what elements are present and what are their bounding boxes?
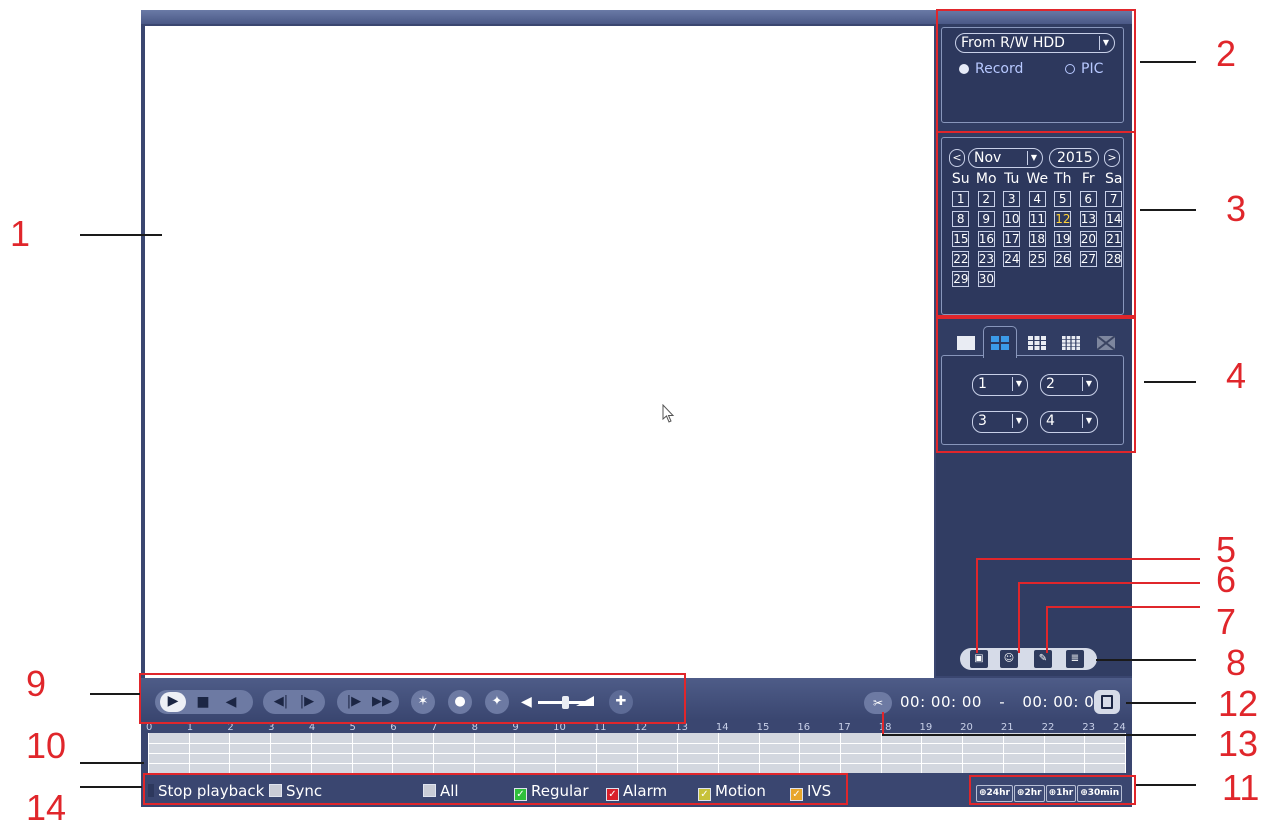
callout-number-4: 4 (1226, 355, 1247, 396)
callout-number-8: 8 (1226, 642, 1247, 683)
callout-box-9 (139, 673, 686, 724)
leader-line-2 (1140, 61, 1196, 63)
timeline-hour-label: 5 (349, 722, 356, 733)
timeline-hour-label: 6 (390, 722, 397, 733)
callout-number-2: 2 (1216, 33, 1237, 74)
timeline-hour-label: 8 (471, 722, 479, 733)
callout-box-3 (936, 131, 1136, 317)
timeline-channel-row-divider (148, 753, 1125, 754)
leader-line-8 (1096, 659, 1196, 661)
timeline-hour-label: 24 (1113, 722, 1126, 733)
callout-number-10: 10 (26, 725, 67, 766)
leader-line-7 (1046, 606, 1200, 608)
timeline-hour-label: 23 (1082, 722, 1096, 733)
timeline-hour-label: 16 (797, 722, 811, 733)
leader-line-10 (80, 762, 144, 764)
leader-line-4 (1144, 381, 1196, 383)
callout-number-9: 9 (26, 663, 47, 704)
timeline-hour-label: 4 (308, 722, 316, 733)
timeline-hour-label: 22 (1041, 722, 1055, 733)
leader-line-7-drop (1046, 606, 1048, 653)
leader-line-6 (1018, 582, 1200, 584)
timeline-hour-label: 11 (593, 722, 607, 733)
callout-number-6: 6 (1216, 559, 1237, 600)
leader-line-14 (80, 786, 142, 788)
leader-line-12 (1126, 702, 1196, 704)
timeline-hour-label: 9 (512, 722, 519, 733)
timeline-hour-label: 2 (227, 722, 234, 733)
timeline-hour-label: 7 (430, 722, 438, 733)
face-search-icon[interactable]: ☺ (1000, 650, 1018, 668)
timeline-hour-label: 3 (268, 722, 275, 733)
mouse-cursor-icon (662, 404, 675, 423)
timeline-hour-label: 13 (675, 722, 688, 733)
timeline-hour-label: 0 (146, 722, 153, 733)
timeline-hour-gridline (1125, 733, 1126, 773)
timeline-hour-label: 1 (186, 722, 194, 733)
callout-box-14 (143, 773, 848, 805)
timeline-hour-label: 20 (960, 722, 973, 733)
file-list-icon[interactable]: ≣ (1066, 650, 1084, 668)
timeline-channel-row-divider (148, 763, 1125, 764)
callout-number-11: 11 (1222, 767, 1260, 808)
leader-line-1 (80, 234, 162, 236)
leader-line-5 (976, 558, 1200, 560)
leader-line-13-drop (882, 712, 884, 734)
leader-line-5-drop (976, 558, 978, 653)
callout-box-11 (969, 775, 1136, 805)
callout-box-4 (936, 317, 1136, 453)
timeline-hour-label: 10 (553, 722, 566, 733)
smart-search-icon[interactable]: ▣ (970, 650, 988, 668)
leader-line-9 (90, 693, 140, 695)
callout-number-14: 14 (26, 787, 67, 828)
callout-box-2 (936, 9, 1136, 133)
callout-box-12 (867, 688, 1122, 716)
video-display-area[interactable] (145, 26, 934, 678)
leader-line-3 (1140, 209, 1196, 211)
timeline-hour-label: 17 (838, 722, 851, 733)
leader-line-13 (882, 734, 1196, 736)
leader-line-11 (1136, 784, 1196, 786)
timeline-hour-label: 14 (715, 722, 729, 733)
callout-number-3: 3 (1226, 188, 1247, 229)
callout-number-7: 7 (1216, 601, 1237, 642)
timeline-hour-label: 19 (919, 722, 933, 733)
timeline-hour-label: 18 (878, 722, 892, 733)
leader-line-6-drop (1018, 582, 1020, 653)
callout-number-13: 13 (1218, 723, 1259, 764)
tag-search-icon[interactable]: ✎ (1034, 650, 1052, 668)
timeline-channel-row-divider (148, 743, 1125, 744)
callout-number-12: 12 (1218, 683, 1259, 724)
timeline-bar[interactable] (148, 733, 1126, 773)
timeline-hour-label: 15 (756, 722, 770, 733)
timeline-hour-label: 12 (634, 722, 648, 733)
callout-number-1: 1 (10, 213, 31, 254)
timeline-hour-label: 21 (1000, 722, 1014, 733)
